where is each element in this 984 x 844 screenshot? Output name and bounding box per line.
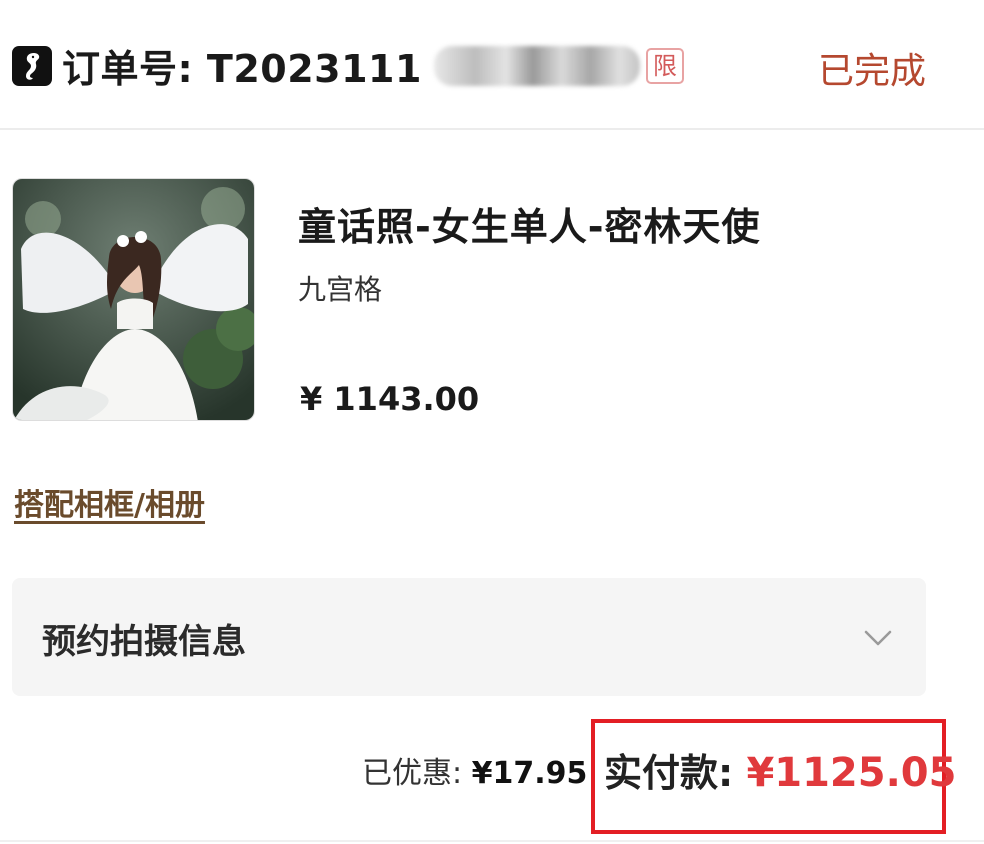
paid-summary: 实付款: ¥1125.05 [604,742,956,797]
order-header: 订单号: T2023111 限 已完成 [0,0,984,130]
booking-info-panel[interactable]: 预约拍摄信息 [12,578,926,696]
discount-summary: 已优惠: ¥17.95 [362,748,587,792]
paid-label: 实付款: [604,751,734,795]
seahorse-logo-icon [12,46,52,86]
order-number-redaction [434,46,640,86]
discount-value: ¥17.95 [471,756,588,791]
limit-tag: 限 [646,48,684,84]
discount-label: 已优惠: [362,756,463,791]
product-spec: 九宫格 [298,273,383,306]
divider [0,840,984,842]
paid-value: ¥1125.05 [746,750,957,796]
booking-info-label: 预约拍摄信息 [42,622,246,662]
frame-album-addon-link[interactable]: 搭配相框/相册 [14,480,205,524]
product-title[interactable]: 童话照-女生单人-密林天使 [298,196,761,251]
chevron-down-icon[interactable] [860,620,896,656]
product-price: ¥ 1143.00 [300,380,480,418]
order-number: 订单号: T2023111 [62,47,422,91]
product-image[interactable] [12,178,255,421]
order-status: 已完成 [818,51,927,92]
